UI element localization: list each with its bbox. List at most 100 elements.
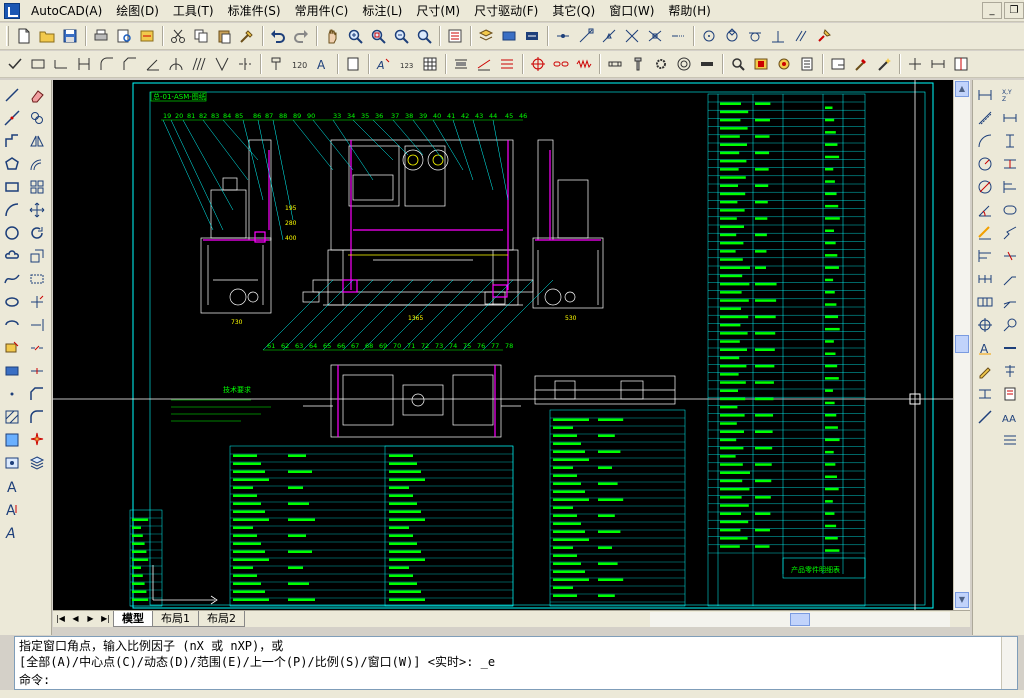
vertical-scroll-thumb[interactable] xyxy=(955,335,969,353)
list-icon[interactable] xyxy=(999,429,1021,451)
dim-break-r-icon[interactable] xyxy=(999,245,1021,267)
menu-draw[interactable]: 绘图(D) xyxy=(109,0,166,22)
title-block-icon[interactable] xyxy=(827,53,849,75)
tab-layout1[interactable]: 布局1 xyxy=(152,611,199,627)
mtext-icon[interactable]: A xyxy=(1,498,23,520)
ellipse-arc-icon[interactable] xyxy=(1,314,23,336)
publish-icon[interactable] xyxy=(136,25,158,47)
flatness-icon[interactable] xyxy=(999,337,1021,359)
plus-icon[interactable] xyxy=(904,53,926,75)
shaft-icon[interactable] xyxy=(604,53,626,75)
hatch-draw-icon[interactable] xyxy=(1,406,23,428)
snap-tangent-icon[interactable] xyxy=(744,25,766,47)
text-icon[interactable]: A xyxy=(1,475,23,497)
line-icon[interactable] xyxy=(1,84,23,106)
print-icon[interactable] xyxy=(90,25,112,47)
polyline-icon[interactable] xyxy=(1,130,23,152)
chinese-char-icon[interactable] xyxy=(999,360,1021,382)
make-block-icon[interactable] xyxy=(1,360,23,382)
redo-icon[interactable] xyxy=(290,25,312,47)
table-icon[interactable] xyxy=(419,53,441,75)
rectangle-draw-icon[interactable] xyxy=(1,176,23,198)
bolt-icon[interactable] xyxy=(627,53,649,75)
snap-apparent-icon[interactable] xyxy=(644,25,666,47)
tab-layout2[interactable]: 布局2 xyxy=(198,611,245,627)
text-edit-icon[interactable]: A xyxy=(373,53,395,75)
command-prompt[interactable]: 命令: xyxy=(19,673,50,687)
gear-icon[interactable] xyxy=(650,53,672,75)
toolbar-grip[interactable] xyxy=(6,26,9,46)
explode-icon[interactable] xyxy=(26,429,48,451)
crosshair-icon[interactable] xyxy=(527,53,549,75)
trim-icon[interactable] xyxy=(26,291,48,313)
print-preview-icon[interactable] xyxy=(113,25,135,47)
horizontal-scroll-thumb[interactable] xyxy=(790,613,810,626)
menu-standard-parts[interactable]: 标准件(S) xyxy=(221,0,288,22)
dimension-style-icon[interactable] xyxy=(927,53,949,75)
sheet-icon[interactable] xyxy=(999,383,1021,405)
dim-vertical-r-icon[interactable] xyxy=(999,130,1021,152)
arc-dim-icon[interactable] xyxy=(165,53,187,75)
numbering-icon[interactable]: 123 xyxy=(396,53,418,75)
new-file-icon[interactable] xyxy=(13,25,35,47)
command-scrollbar[interactable] xyxy=(1001,637,1017,689)
copy-icon[interactable] xyxy=(190,25,212,47)
menu-other[interactable]: 其它(Q) xyxy=(545,0,602,22)
dim-horizontal-r-icon[interactable] xyxy=(999,107,1021,129)
dim-angular-icon[interactable] xyxy=(974,199,996,221)
extend-icon[interactable] xyxy=(26,314,48,336)
quick-dim-icon[interactable] xyxy=(974,222,996,244)
drawing-canvas[interactable]: 总-01-ASM-图纸 技术要求 19 20 81 82 83 84 85 86… xyxy=(53,80,953,610)
scale-icon[interactable] xyxy=(26,245,48,267)
menu-dimension[interactable]: 尺寸(M) xyxy=(409,0,467,22)
circle-icon[interactable] xyxy=(1,222,23,244)
dim-edit-icon[interactable] xyxy=(974,360,996,382)
dim-aligned-vert-icon[interactable] xyxy=(974,107,996,129)
construction-line-icon[interactable] xyxy=(1,107,23,129)
angle-icon[interactable] xyxy=(142,53,164,75)
multileader-icon[interactable] xyxy=(999,291,1021,313)
erase-icon[interactable] xyxy=(26,84,48,106)
undo-icon[interactable] xyxy=(267,25,289,47)
roughness-icon[interactable]: 120 xyxy=(288,53,310,75)
dim-center-mark-icon[interactable] xyxy=(974,314,996,336)
dim-arc-length-icon[interactable] xyxy=(974,130,996,152)
restore-button[interactable]: ❐ xyxy=(1004,2,1024,19)
spline-icon[interactable] xyxy=(1,268,23,290)
zoom-realtime-icon[interactable] xyxy=(344,25,366,47)
dim-style-r-icon[interactable] xyxy=(974,406,996,428)
polygon-icon[interactable] xyxy=(1,153,23,175)
save-icon[interactable] xyxy=(59,25,81,47)
scroll-up-arrow[interactable]: ▲ xyxy=(955,81,969,97)
rectangle-icon[interactable] xyxy=(27,53,49,75)
check-icon[interactable] xyxy=(4,53,26,75)
horizontal-scrollbar[interactable] xyxy=(650,612,950,627)
dim-diameter-icon[interactable] xyxy=(974,176,996,198)
open-folder-icon[interactable] xyxy=(36,25,58,47)
bom-icon[interactable] xyxy=(796,53,818,75)
dim-baseline-icon[interactable] xyxy=(496,53,518,75)
dim-linear-icon[interactable] xyxy=(974,84,996,106)
autocad-app-icon[interactable] xyxy=(4,2,20,19)
command-line-window[interactable]: 指定窗口角点，输入比例因子 (nX 或 nXP)，或 [全部(A)/中心点(C)… xyxy=(14,636,1018,690)
paste-icon[interactable] xyxy=(213,25,235,47)
snap-midpoint-icon[interactable] xyxy=(598,25,620,47)
text-italic-icon[interactable]: A xyxy=(1,521,23,543)
break-icon[interactable] xyxy=(26,337,48,359)
key-icon[interactable] xyxy=(696,53,718,75)
arc-icon[interactable] xyxy=(1,199,23,221)
insert-block-icon[interactable] xyxy=(1,337,23,359)
mirror-icon[interactable] xyxy=(26,130,48,152)
snap-quadrant-icon[interactable] xyxy=(721,25,743,47)
tab-first-button[interactable]: |◀ xyxy=(53,612,68,626)
spring-icon[interactable] xyxy=(573,53,595,75)
text-style-icon[interactable]: A xyxy=(311,53,333,75)
chain-icon[interactable] xyxy=(550,53,572,75)
brush-icon[interactable] xyxy=(850,53,872,75)
ortho-icon[interactable] xyxy=(50,53,72,75)
dim-radius-icon[interactable] xyxy=(974,153,996,175)
block-icon[interactable] xyxy=(498,25,520,47)
section-icon[interactable] xyxy=(211,53,233,75)
fillet-edit-icon[interactable] xyxy=(26,406,48,428)
copy-object-icon[interactable] xyxy=(26,107,48,129)
